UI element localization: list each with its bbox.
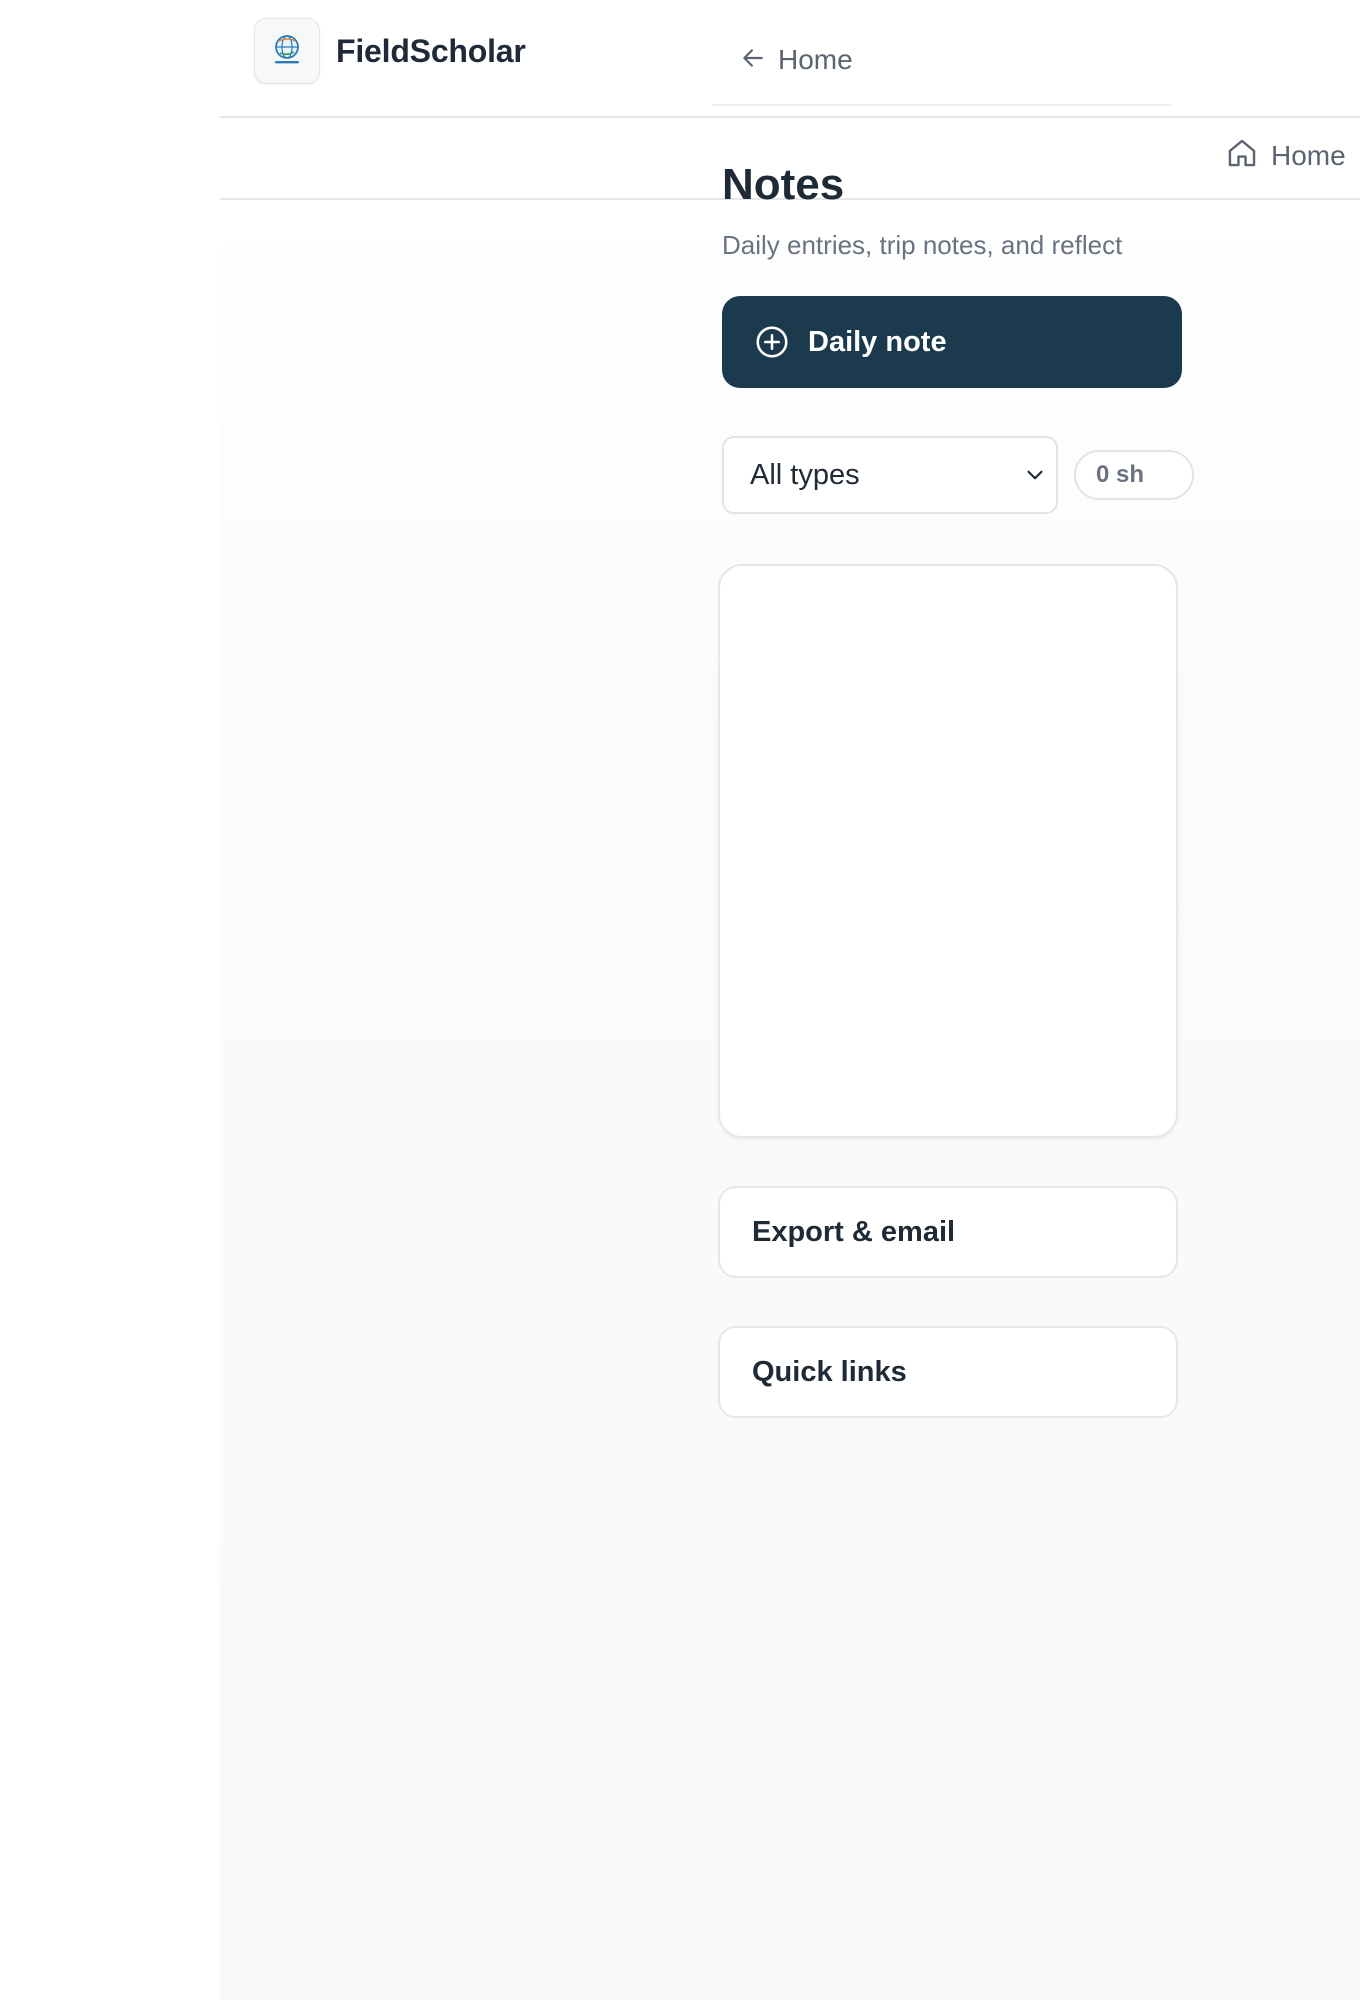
back-home-link[interactable]: Home (740, 44, 853, 76)
notes-list-panel (718, 564, 1178, 1138)
globe-logo-icon (254, 18, 320, 84)
nav-home-label: Home (1271, 139, 1346, 171)
page-title: Notes (722, 160, 845, 209)
page-subtitle: Daily entries, trip notes, and reflect (722, 230, 1123, 260)
brand-name: FieldScholar (336, 32, 526, 69)
plus-circle-icon (754, 324, 790, 360)
note-type-value: All types (750, 458, 860, 491)
chevron-down-icon (1022, 462, 1048, 493)
count-badge[interactable]: 0 sh (1074, 450, 1194, 500)
nav-home-link[interactable]: Home (1225, 136, 1346, 175)
note-type-select[interactable]: All types (722, 436, 1058, 514)
arrow-left-icon (740, 45, 766, 76)
quick-links-label: Quick links (752, 1355, 907, 1388)
count-badge-text: 0 sh (1096, 461, 1145, 488)
breadcrumb: Home (712, 44, 1172, 106)
back-home-label: Home (778, 44, 853, 75)
house-icon (1225, 136, 1259, 175)
daily-note-label: Daily note (808, 325, 947, 358)
brand[interactable]: FieldScholar (254, 18, 526, 84)
export-email-label: Export & email (752, 1215, 956, 1248)
daily-note-button[interactable]: Daily note (722, 296, 1182, 388)
quick-links-section[interactable]: Quick links (718, 1326, 1178, 1418)
export-email-section[interactable]: Export & email (718, 1186, 1178, 1278)
left-margin (0, 0, 220, 2000)
